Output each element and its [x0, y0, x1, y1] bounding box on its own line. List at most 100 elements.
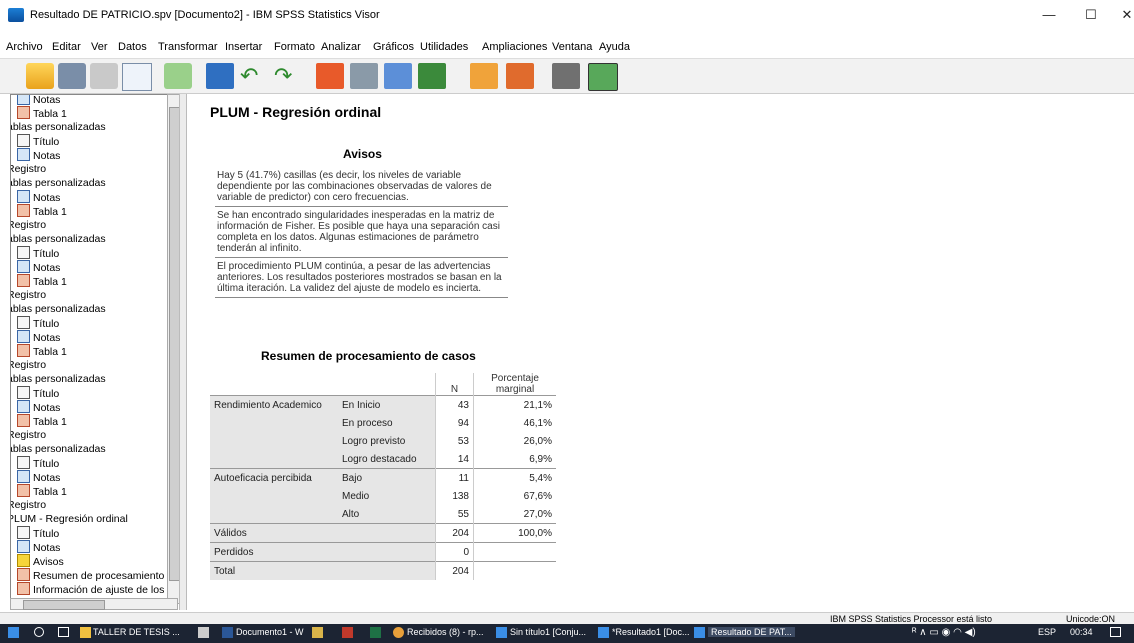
taskbar-item-chrome[interactable]: Recibidos (8) - rp...: [407, 627, 484, 637]
cell-group: [210, 450, 338, 469]
task-view-icon[interactable]: [58, 627, 69, 637]
tree-item[interactable]: Tabla 1: [17, 414, 67, 428]
tree-item[interactable]: ablas personalizadas: [11, 372, 106, 386]
recall-dialog-icon[interactable]: [206, 63, 234, 89]
print-preview-icon[interactable]: [122, 63, 152, 91]
tree-item[interactable]: ablas personalizadas: [11, 302, 106, 316]
tree-item[interactable]: Tabla 1: [17, 204, 67, 218]
taskbar-item-spss-output1[interactable]: *Resultado1 [Doc...: [612, 627, 690, 637]
menu-ventana[interactable]: Ventana: [552, 41, 592, 53]
hide-icon[interactable]: [552, 63, 580, 89]
goto-data-icon[interactable]: [316, 63, 344, 89]
tree-item-label: PLUM - Regresión ordinal: [10, 513, 128, 525]
tree-item[interactable]: Tabla 1: [17, 484, 67, 498]
cell-n: 14: [435, 450, 474, 469]
tree-item[interactable]: ablas personalizadas: [11, 120, 106, 134]
start-icon[interactable]: [8, 627, 19, 638]
cell-cat: Alto: [338, 505, 436, 524]
tree-item[interactable]: ablas personalizadas: [11, 232, 106, 246]
tree-item[interactable]: Notas: [17, 190, 60, 204]
tree-item[interactable]: ablas personalizadas: [11, 176, 106, 190]
taskbar-item-spss-data[interactable]: Sin título1 [Conju...: [510, 627, 586, 637]
tree-item[interactable]: Notas: [17, 330, 60, 344]
tree-item[interactable]: PLUM - Regresión ordinal: [10, 512, 128, 526]
outline-horizontal-scrollbar[interactable]: [10, 598, 178, 610]
menu-utilidades[interactable]: Utilidades: [420, 41, 468, 53]
save-icon[interactable]: [58, 63, 86, 89]
menu-analizar[interactable]: Analizar: [321, 41, 361, 53]
excel-icon[interactable]: [370, 627, 381, 638]
table-row: Alto 55 27,0%: [210, 505, 556, 524]
insert-output-icon[interactable]: [588, 63, 618, 91]
taskbar-item-word[interactable]: Documento1 - W: [236, 627, 304, 637]
cell-group: [210, 432, 338, 450]
tree-item[interactable]: Información de ajuste de los: [17, 582, 164, 596]
menu-ver[interactable]: Ver: [91, 41, 108, 53]
menu-archivo[interactable]: Archivo: [6, 41, 43, 53]
maximize-button[interactable]: ☐: [1076, 4, 1106, 26]
tree-item[interactable]: Título: [17, 526, 59, 540]
tree-item[interactable]: Notas: [17, 95, 60, 106]
menu-insertar[interactable]: Insertar: [225, 41, 262, 53]
tree-item[interactable]: Notas: [17, 400, 60, 414]
goto-variable-icon[interactable]: [384, 63, 412, 89]
export-icon[interactable]: [164, 63, 192, 89]
tree-item[interactable]: Registro: [11, 218, 46, 232]
tree-item[interactable]: Título: [17, 386, 59, 400]
outline-pane[interactable]: Notas Tabla 1 ablas personalizadas Título No…: [10, 94, 178, 604]
pane-splitter[interactable]: [179, 94, 187, 610]
tree-item[interactable]: ablas personalizadas: [10, 442, 106, 456]
menu-editar[interactable]: Editar: [52, 41, 81, 53]
notifications-icon[interactable]: [1110, 627, 1121, 637]
tree-item[interactable]: Notas: [17, 540, 60, 554]
tree-item[interactable]: Registro: [11, 162, 46, 176]
tray-language[interactable]: ESP: [1038, 627, 1056, 637]
tree-item[interactable]: Título: [17, 246, 59, 260]
tray-clock[interactable]: 00:34: [1070, 627, 1093, 637]
title-icon: [17, 316, 30, 329]
menu-ayuda[interactable]: Ayuda: [599, 41, 630, 53]
menu-datos[interactable]: Datos: [118, 41, 147, 53]
tree-item[interactable]: Avisos: [17, 554, 64, 568]
store-icon[interactable]: [312, 627, 323, 638]
tree-item[interactable]: Registro: [11, 358, 46, 372]
taskbar-item-folder[interactable]: TALLER DE TESIS ...: [93, 627, 180, 637]
tree-item[interactable]: Registro: [11, 428, 46, 442]
tree-item[interactable]: Título: [17, 134, 59, 148]
open-icon[interactable]: [26, 63, 54, 89]
scroll-thumb[interactable]: [23, 600, 105, 610]
tree-item[interactable]: Notas: [17, 260, 60, 274]
goto-case-icon[interactable]: [350, 63, 378, 89]
menu-ampliaciones[interactable]: Ampliaciones: [482, 41, 547, 53]
undo-icon[interactable]: ↶: [240, 63, 268, 89]
tree-item[interactable]: Tabla 1: [17, 344, 67, 358]
cell-group: [210, 414, 338, 432]
tree-item[interactable]: Tabla 1: [17, 106, 67, 120]
tree-item[interactable]: Tabla 1: [17, 274, 67, 288]
tray-icons[interactable]: ᴿ ∧ ▭ ◉ ◠ ◀): [912, 627, 1020, 638]
tree-item[interactable]: Registro: [11, 498, 46, 512]
tree-item[interactable]: Notas: [17, 470, 60, 484]
print-icon[interactable]: [90, 63, 118, 89]
powerpoint-icon[interactable]: [342, 627, 353, 638]
taskbar-item-spss-output2[interactable]: Resultado DE PAT...: [708, 627, 795, 637]
menu-graficos[interactable]: Gráficos: [373, 41, 414, 53]
tree-item[interactable]: Notas: [17, 148, 60, 162]
script-icon[interactable]: [506, 63, 534, 89]
tree-item[interactable]: Título: [17, 456, 59, 470]
close-button[interactable]: ✕: [1112, 4, 1134, 26]
menu-transformar[interactable]: Transformar: [158, 41, 218, 53]
tree-item-label: Tabla 1: [33, 276, 67, 288]
designate-window-icon[interactable]: [470, 63, 498, 89]
menu-formato[interactable]: Formato: [274, 41, 315, 53]
title-icon: [17, 526, 30, 539]
tree-item[interactable]: Registro: [11, 288, 46, 302]
variables-icon[interactable]: [418, 63, 446, 89]
search-icon[interactable]: [34, 627, 44, 637]
cell-n: 55: [435, 505, 474, 524]
minimize-button[interactable]: —: [1034, 4, 1064, 26]
redo-icon[interactable]: ↷: [274, 63, 302, 89]
tree-item[interactable]: Título: [17, 316, 59, 330]
tree-item-label: ablas personalizadas: [10, 443, 106, 455]
tree-item[interactable]: Resumen de procesamiento: [17, 568, 164, 582]
